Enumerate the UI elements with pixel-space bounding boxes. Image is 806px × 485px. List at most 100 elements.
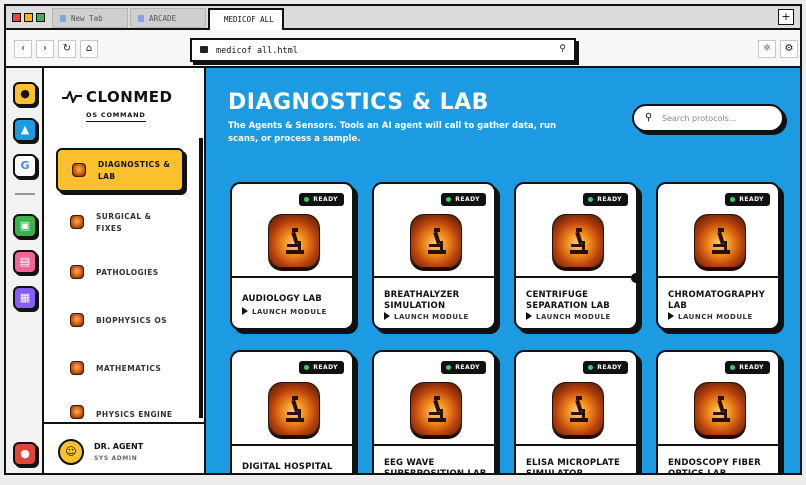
tab-label: ARCADE [149, 14, 177, 23]
microscope-icon [410, 382, 462, 436]
sidebar: CLONMED OS COMMAND DIAGNOSTICS & LAB SUR… [44, 68, 206, 473]
module-title: EEG WAVE SUPERPOSITION LAB [384, 458, 487, 475]
play-icon [384, 312, 390, 320]
module-title: CENTRIFUGE SEPARATION LAB [526, 290, 610, 311]
status-dot-icon [588, 365, 594, 370]
launch-label: LAUNCH MODULE [536, 313, 611, 321]
microscope-icon [70, 405, 84, 419]
status-badge: READY [441, 193, 486, 206]
search-icon: ⚲ [645, 112, 653, 123]
module-card[interactable]: READYENDOSCOPY FIBER OPTICS LABLAUNCH MO… [656, 350, 780, 473]
status-label: READY [597, 364, 622, 371]
card-divider [374, 276, 494, 278]
microscope-icon [268, 382, 320, 436]
graduation-cap-icon[interactable]: ▲ [13, 118, 37, 142]
search-placeholder: Search protocols... [662, 114, 737, 123]
tab-arcade[interactable]: ARCADE [130, 8, 206, 28]
launch-module-button[interactable]: LAUNCH MODULE [526, 312, 611, 321]
microscope-glyph [428, 228, 446, 254]
address-bar[interactable]: medicof all.html ⚲ [190, 38, 576, 62]
card-divider [232, 276, 352, 278]
tab-new-tab[interactable]: New Tab [52, 8, 128, 28]
sidebar-item-surgical-fixes[interactable]: SURGICAL & FIXES [56, 202, 184, 246]
status-label: READY [313, 364, 338, 371]
card-divider [658, 444, 778, 446]
sidebar-scrollbar[interactable] [199, 138, 203, 418]
module-card[interactable]: READYDIGITAL HOSPITALLAUNCH MODULE [230, 350, 354, 473]
sidebar-item-pathologies[interactable]: PATHOLOGIES [56, 252, 184, 296]
status-label: READY [597, 196, 622, 203]
launch-module-button[interactable]: LAUNCH MODULE [668, 312, 753, 321]
sidebar-item-diagnostics-lab[interactable]: DIAGNOSTICS & LAB [56, 148, 184, 192]
user-profile[interactable]: ☺ DR. AGENT SYS ADMIN [44, 422, 204, 473]
status-label: READY [739, 196, 764, 203]
status-label: READY [455, 196, 480, 203]
launch-module-button[interactable]: LAUNCH MODULE [384, 312, 469, 321]
card-divider [516, 444, 636, 446]
status-dot-icon [588, 197, 594, 202]
launch-module-button[interactable]: LAUNCH MODULE [242, 307, 327, 316]
minimize-window-button[interactable] [24, 13, 33, 22]
module-title: ELISA MICROPLATE SIMULATOR [526, 458, 621, 475]
reload-button[interactable]: ↻ [58, 40, 76, 58]
module-card[interactable]: READY BREATHALYZER SIMULATION LAUNCH MODUL… [372, 182, 496, 330]
app-rail: ● ▲ G ▣ ▤ ▦ ● [6, 68, 44, 473]
launch-label: LAUNCH MODULE [394, 313, 469, 321]
microscope-glyph [428, 396, 446, 422]
tab-label: New Tab [71, 14, 103, 23]
microscope-glyph [286, 396, 304, 422]
google-icon[interactable]: G [13, 154, 37, 178]
home-button[interactable]: ⌂ [80, 40, 98, 58]
module-card[interactable]: READY CHROMATOGRAPHY LAB LAUNCH MODULE [656, 182, 780, 330]
tab-medicof-all[interactable]: MEDICOF ALL [208, 8, 284, 30]
new-tab-button[interactable]: + [778, 9, 794, 25]
main-content: DIAGNOSTICS & LAB The Agents & Sensors. … [206, 68, 802, 475]
microscope-glyph [712, 396, 730, 422]
module-title: DIGITAL HOSPITAL [242, 462, 333, 472]
microscope-icon [70, 215, 84, 229]
gamepad-icon[interactable]: ● [13, 82, 37, 106]
sidebar-item-mathematics[interactable]: MATHEMATICS [56, 348, 184, 392]
rail-divider [15, 193, 35, 195]
microscope-icon [72, 163, 86, 177]
back-button[interactable]: ‹ [14, 40, 32, 58]
module-title: CHROMATOGRAPHY LAB [668, 290, 765, 311]
search-icon[interactable]: ⚲ [559, 44, 566, 54]
page-description: The Agents & Sensors. Tools an AI agent … [228, 121, 557, 144]
play-icon [668, 312, 674, 320]
drag-handle[interactable] [631, 273, 641, 283]
close-window-button[interactable] [12, 13, 21, 22]
card-divider [374, 444, 494, 446]
brand-logo: CLONMED [62, 88, 172, 106]
microscope-icon [268, 214, 320, 268]
browser-window: New Tab ARCADE MEDICOF ALL + ‹ › ↻ ⌂ med… [4, 4, 802, 475]
status-dot-icon [730, 197, 736, 202]
maximize-window-button[interactable] [36, 13, 45, 22]
tab-label: MEDICOF ALL [224, 15, 274, 24]
avatar: ☺ [58, 439, 84, 465]
settings-button[interactable]: ⚙ [780, 40, 798, 58]
page-icon [138, 15, 144, 22]
module-card[interactable]: READYEEG WAVE SUPERPOSITION LABLAUNCH MO… [372, 350, 496, 475]
file-icon[interactable]: ▤ [13, 250, 37, 274]
sidebar-item-biophysics-os[interactable]: BIOPHYSICS OS [56, 300, 184, 344]
forward-button[interactable]: › [36, 40, 54, 58]
status-label: READY [313, 196, 338, 203]
search-input[interactable]: ⚲ Search protocols... [632, 104, 784, 132]
main-scrollbar[interactable] [800, 162, 802, 475]
document-icon[interactable]: ▣ [13, 214, 37, 238]
microscope-icon [552, 214, 604, 268]
play-icon [242, 307, 248, 315]
status-badge: READY [299, 193, 344, 206]
microscope-icon [70, 313, 84, 327]
user-name: DR. AGENT [94, 442, 144, 451]
launch-label: LAUNCH MODULE [678, 313, 753, 321]
module-card[interactable]: READYELISA MICROPLATE SIMULATORLAUNCH MO… [514, 350, 638, 475]
calendar-icon[interactable]: ▦ [13, 286, 37, 310]
module-card[interactable]: READY CENTRIFUGE SEPARATION LAB LAUNCH MOD… [514, 182, 638, 330]
extensions-button[interactable]: ⚛ [758, 40, 776, 58]
user-icon[interactable]: ● [13, 442, 37, 466]
module-card[interactable]: READY AUDIOLOGY LAB LAUNCH MODULE [230, 182, 354, 330]
pulse-icon [62, 91, 82, 103]
module-title: BREATHALYZER SIMULATION [384, 290, 460, 311]
